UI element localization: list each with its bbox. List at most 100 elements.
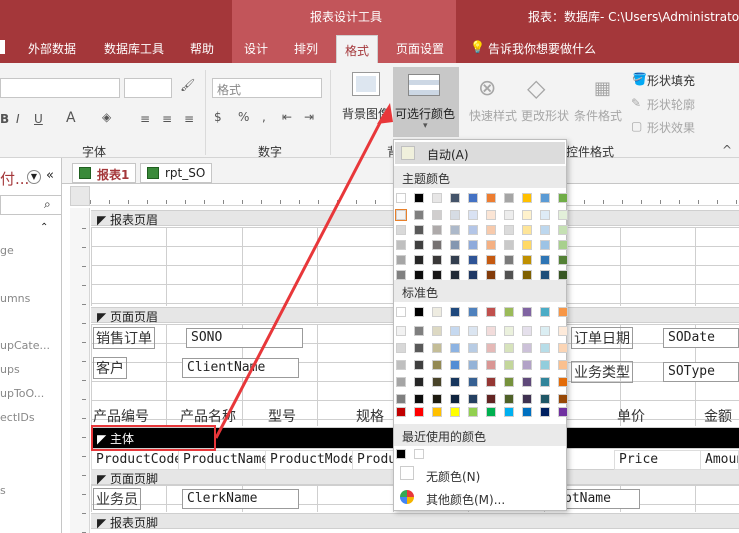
color-swatch[interactable] xyxy=(522,326,532,336)
color-swatch[interactable] xyxy=(486,240,496,250)
font-size-combo[interactable] xyxy=(124,78,172,98)
underline-button[interactable]: U xyxy=(34,112,43,126)
tab-external-data[interactable]: 外部数据 xyxy=(28,40,76,57)
date-label[interactable]: 订单日期 xyxy=(571,327,633,349)
color-swatch[interactable] xyxy=(450,193,460,203)
nav-item[interactable]: ups xyxy=(0,363,20,376)
color-swatch[interactable] xyxy=(396,407,406,417)
color-swatch[interactable] xyxy=(396,326,406,336)
color-swatch[interactable] xyxy=(414,394,424,404)
nav-item[interactable]: s xyxy=(0,484,6,497)
client-label[interactable]: 客户 xyxy=(93,357,127,379)
color-swatch[interactable] xyxy=(450,394,460,404)
shape-fill-button[interactable]: 形状填充 xyxy=(647,72,695,89)
color-swatch[interactable] xyxy=(432,193,442,203)
color-swatch[interactable] xyxy=(414,360,424,370)
auto-color-row[interactable]: 自动(A) xyxy=(395,142,565,164)
nav-title[interactable]: 付... xyxy=(0,168,29,189)
col-model-label[interactable]: 型号 xyxy=(268,406,296,426)
pname-field[interactable]: ProductName xyxy=(178,450,268,470)
color-swatch[interactable] xyxy=(504,343,514,353)
color-swatch[interactable] xyxy=(468,407,478,417)
color-swatch[interactable] xyxy=(450,307,460,317)
color-swatch[interactable] xyxy=(396,343,406,353)
color-swatch[interactable] xyxy=(468,343,478,353)
tab-format[interactable]: 格式 xyxy=(336,35,379,63)
color-swatch[interactable] xyxy=(540,407,550,417)
color-swatch[interactable] xyxy=(486,193,496,203)
color-swatch[interactable] xyxy=(522,307,532,317)
color-swatch[interactable] xyxy=(522,407,532,417)
color-swatch[interactable] xyxy=(558,225,568,235)
color-swatch[interactable] xyxy=(414,270,424,280)
color-swatch[interactable] xyxy=(468,225,478,235)
tab-database-tools[interactable]: 数据库工具 xyxy=(104,40,164,57)
color-swatch[interactable] xyxy=(504,255,514,265)
color-swatch[interactable] xyxy=(558,193,568,203)
tell-me-box[interactable]: 告诉我你想要做什么 xyxy=(488,40,596,57)
color-swatch[interactable] xyxy=(540,360,550,370)
color-swatch[interactable] xyxy=(540,225,550,235)
col-name-label[interactable]: 产品名称 xyxy=(180,406,236,426)
color-swatch[interactable] xyxy=(504,193,514,203)
color-swatch[interactable] xyxy=(432,407,442,417)
sono-field[interactable]: SONO xyxy=(186,328,303,348)
type-label[interactable]: 业务类型 xyxy=(571,361,633,383)
color-swatch[interactable] xyxy=(486,307,496,317)
color-swatch[interactable] xyxy=(414,210,424,220)
color-swatch[interactable] xyxy=(468,210,478,220)
color-swatch[interactable] xyxy=(540,307,550,317)
color-swatch[interactable] xyxy=(432,270,442,280)
color-swatch[interactable] xyxy=(450,326,460,336)
color-swatch[interactable] xyxy=(504,407,514,417)
color-swatch[interactable] xyxy=(432,360,442,370)
ruler-corner[interactable] xyxy=(70,186,90,206)
color-swatch[interactable] xyxy=(414,407,424,417)
decrease-decimal-icon[interactable]: ⇥ xyxy=(304,110,314,124)
color-swatch[interactable] xyxy=(468,377,478,387)
color-swatch[interactable] xyxy=(558,377,568,387)
color-swatch[interactable] xyxy=(432,326,442,336)
collapse-nav-icon[interactable]: « xyxy=(46,168,54,183)
color-swatch[interactable] xyxy=(450,407,460,417)
color-swatch[interactable] xyxy=(468,193,478,203)
tab-design[interactable]: 设计 xyxy=(244,40,268,57)
italic-button[interactable]: I xyxy=(16,112,20,126)
chevron-down-icon[interactable]: ▼ xyxy=(27,170,41,184)
color-swatch[interactable] xyxy=(540,377,550,387)
nav-item[interactable]: upToO... xyxy=(0,387,44,400)
color-swatch[interactable] xyxy=(396,225,406,235)
align-left-icon[interactable]: ≡ xyxy=(140,112,150,126)
background-image-button[interactable]: 背景图像 xyxy=(342,105,390,122)
color-swatch[interactable] xyxy=(468,326,478,336)
color-swatch[interactable] xyxy=(450,270,460,280)
alt-row-color-button[interactable]: 可选行颜色 xyxy=(395,105,455,122)
shape-outline-button[interactable]: 形状轮廓 xyxy=(647,96,695,113)
color-swatch[interactable] xyxy=(432,377,442,387)
color-swatch[interactable] xyxy=(522,255,532,265)
color-swatch[interactable] xyxy=(414,307,424,317)
increase-decimal-icon[interactable]: ⇤ xyxy=(282,110,292,124)
col-code-label[interactable]: 产品编号 xyxy=(93,406,149,426)
cond-format-button[interactable]: 条件格式 xyxy=(574,107,622,124)
pcode-field[interactable]: ProductCode xyxy=(91,450,181,470)
color-swatch[interactable] xyxy=(540,326,550,336)
color-swatch[interactable] xyxy=(486,407,496,417)
color-swatch[interactable] xyxy=(486,343,496,353)
color-swatch[interactable] xyxy=(558,407,568,417)
format-combo[interactable]: 格式 xyxy=(212,78,322,98)
color-swatch[interactable] xyxy=(522,394,532,404)
color-swatch[interactable] xyxy=(522,225,532,235)
color-swatch[interactable] xyxy=(522,377,532,387)
color-swatch[interactable] xyxy=(396,449,406,459)
color-swatch[interactable] xyxy=(396,360,406,370)
color-swatch[interactable] xyxy=(540,270,550,280)
color-swatch[interactable] xyxy=(486,326,496,336)
color-swatch[interactable] xyxy=(396,270,406,280)
color-swatch[interactable] xyxy=(522,210,532,220)
clerk-label[interactable]: 业务员 xyxy=(93,488,141,510)
shape-effect-button[interactable]: 形状效果 xyxy=(647,119,695,136)
color-swatch[interactable] xyxy=(558,326,568,336)
color-swatch[interactable] xyxy=(522,343,532,353)
color-swatch[interactable] xyxy=(432,343,442,353)
